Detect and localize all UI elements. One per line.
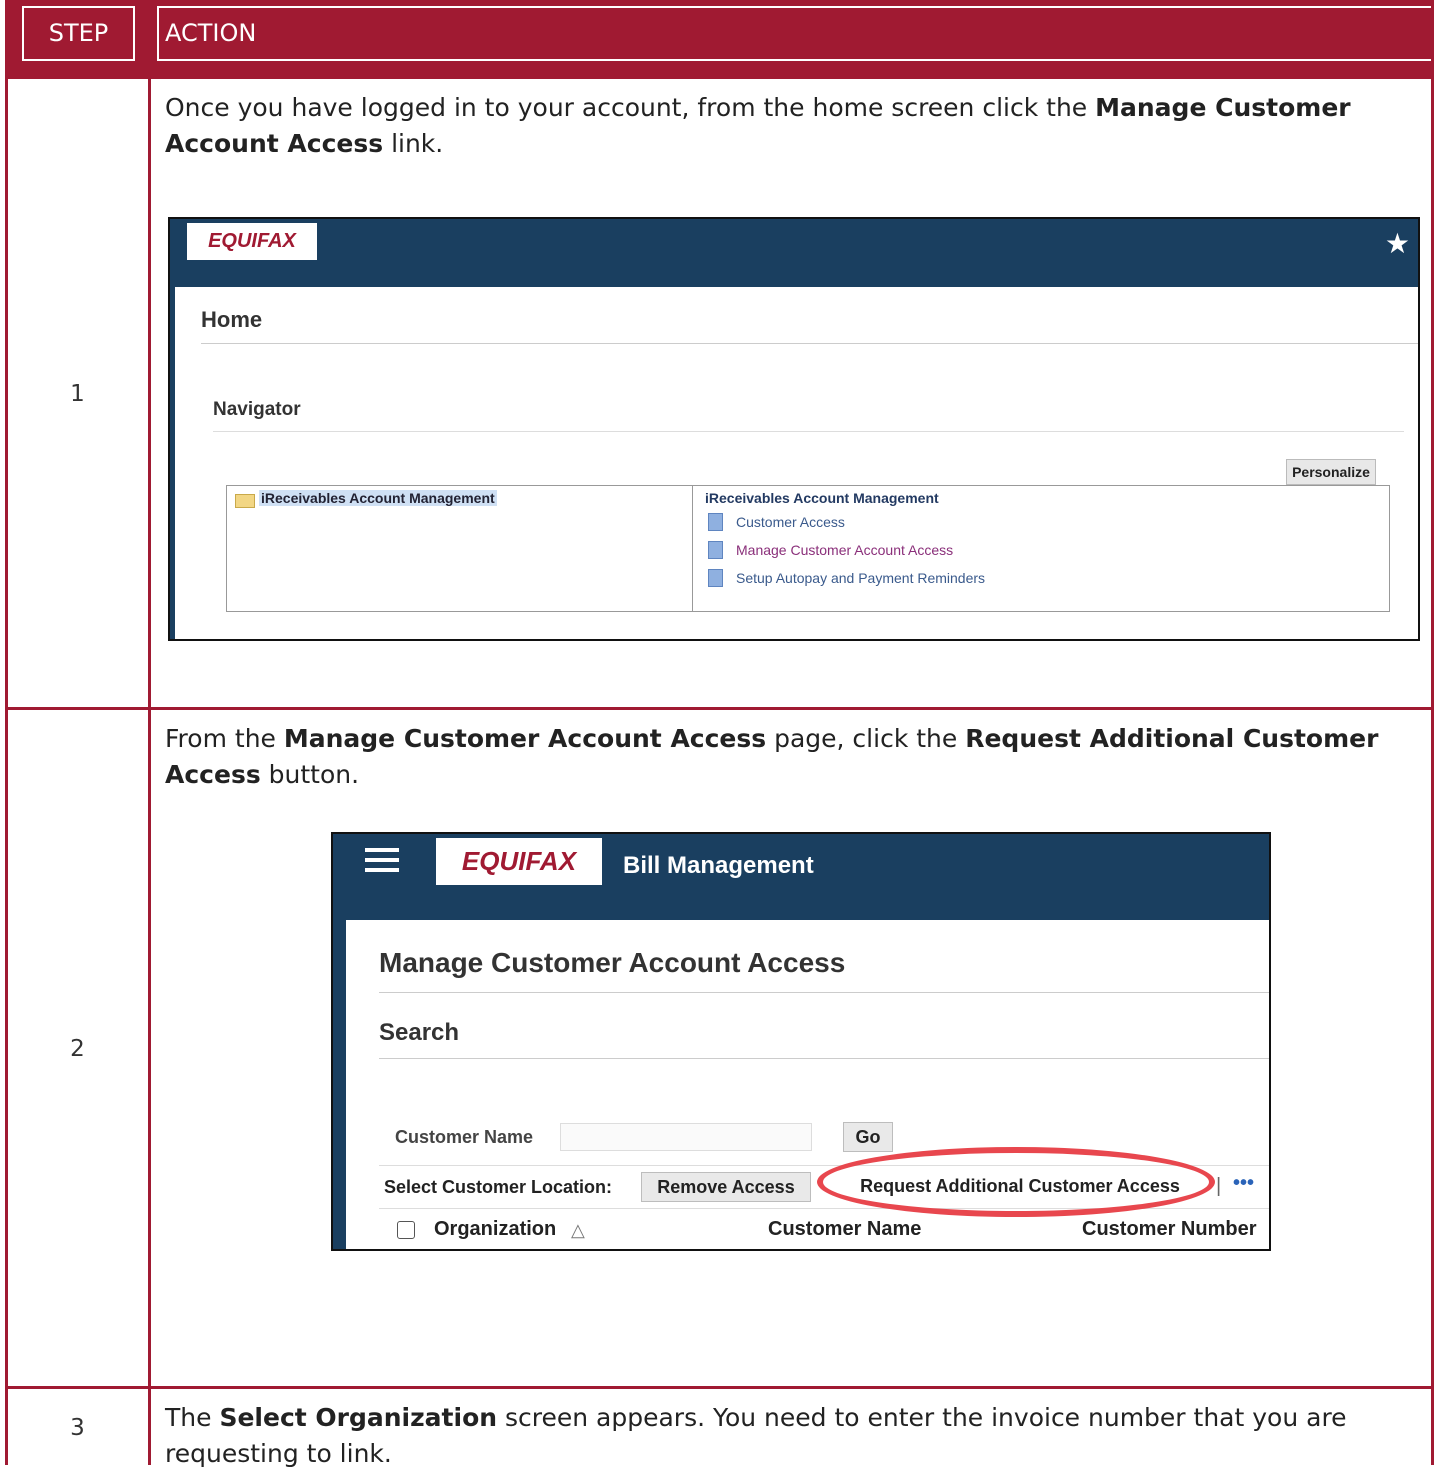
text-run: link. — [383, 129, 444, 158]
divider — [379, 1058, 1269, 1059]
document-icon — [708, 541, 723, 559]
function-group-title: iReceivables Account Management — [705, 490, 939, 506]
select-all-checkbox[interactable] — [397, 1221, 415, 1239]
bold-term: Manage Customer Account Access — [283, 724, 767, 753]
step-column-header: STEP — [22, 6, 135, 61]
divider — [201, 343, 1418, 344]
action-column-header: ACTION — [157, 6, 1434, 61]
right-border — [1431, 0, 1434, 1465]
text-run: button. — [260, 760, 360, 789]
search-section-title: Search — [379, 1019, 460, 1046]
bold-term: Select Organization — [219, 1403, 498, 1432]
side-stripe — [170, 287, 175, 639]
column-organization[interactable]: Organization — [434, 1218, 556, 1241]
step-number: 3 — [70, 1415, 85, 1441]
app-name: Bill Management — [623, 852, 814, 879]
step-instruction: From the Manage Customer Account Access … — [165, 721, 1420, 793]
customer-name-input[interactable] — [560, 1123, 812, 1151]
more-actions-icon[interactable]: ••• — [1233, 1172, 1254, 1195]
equifax-logo: EQUIFAX — [436, 838, 602, 885]
column-divider — [148, 0, 151, 1465]
text-run: The — [165, 1403, 220, 1432]
equifax-logo: EQUIFAX — [187, 223, 317, 260]
select-location-label: Select Customer Location: — [384, 1177, 613, 1197]
row-divider-2 — [5, 1386, 1434, 1389]
text-run: Once you have logged in to your account,… — [165, 93, 1096, 122]
manage-access-screenshot: EQUIFAX Bill Management Manage Customer … — [331, 832, 1271, 1251]
remove-access-button[interactable]: Remove Access — [641, 1172, 811, 1202]
customer-name-label: Customer Name — [395, 1127, 534, 1147]
table-header: STEP ACTION — [5, 0, 1434, 79]
step-instruction: Once you have logged in to your account,… — [165, 90, 1420, 162]
step-number: 1 — [70, 381, 85, 407]
navigator-panel: iReceivables Account Management iReceiva… — [226, 485, 1390, 612]
toolbar-separator: | — [1216, 1175, 1222, 1197]
step-number: 2 — [70, 1036, 85, 1062]
link-manage-customer-account-access[interactable]: Manage Customer Account Access — [736, 542, 953, 558]
column-customer-number[interactable]: Customer Number — [1082, 1218, 1256, 1241]
page-title: Manage Customer Account Access — [379, 947, 846, 978]
divider — [213, 431, 1404, 432]
divider — [379, 992, 1269, 993]
personalize-button[interactable]: Personalize — [1286, 459, 1376, 485]
side-stripe — [333, 920, 346, 1249]
navigator-title: Navigator — [213, 399, 301, 420]
go-button[interactable]: Go — [843, 1122, 893, 1152]
panel-divider — [692, 486, 693, 611]
hamburger-icon[interactable] — [365, 848, 399, 874]
link-setup-autopay[interactable]: Setup Autopay and Payment Reminders — [736, 570, 985, 586]
step-instruction: The Select Organization screen appears. … — [165, 1400, 1420, 1472]
page-title: Home — [201, 307, 263, 332]
top-bar: EQUIFAX ★ — [170, 219, 1418, 287]
sort-ascending-icon[interactable]: △ — [571, 1220, 585, 1241]
link-customer-access[interactable]: Customer Access — [736, 514, 845, 530]
document-icon — [708, 569, 723, 587]
star-icon: ★ — [1384, 227, 1410, 260]
tree-item-ireceivables[interactable]: iReceivables Account Management — [259, 490, 497, 506]
text-run: page, click the — [766, 724, 966, 753]
column-customer-name[interactable]: Customer Name — [768, 1218, 921, 1241]
highlight-oval — [817, 1147, 1215, 1217]
document-icon — [708, 513, 723, 531]
top-bar: EQUIFAX Bill Management — [333, 834, 1269, 920]
left-border — [5, 0, 8, 1465]
folder-icon — [235, 494, 255, 508]
home-screen-screenshot: EQUIFAX ★ Home Navigator Personalize iRe… — [168, 217, 1420, 641]
text-run: From the — [165, 724, 284, 753]
row-divider-1 — [5, 707, 1434, 710]
